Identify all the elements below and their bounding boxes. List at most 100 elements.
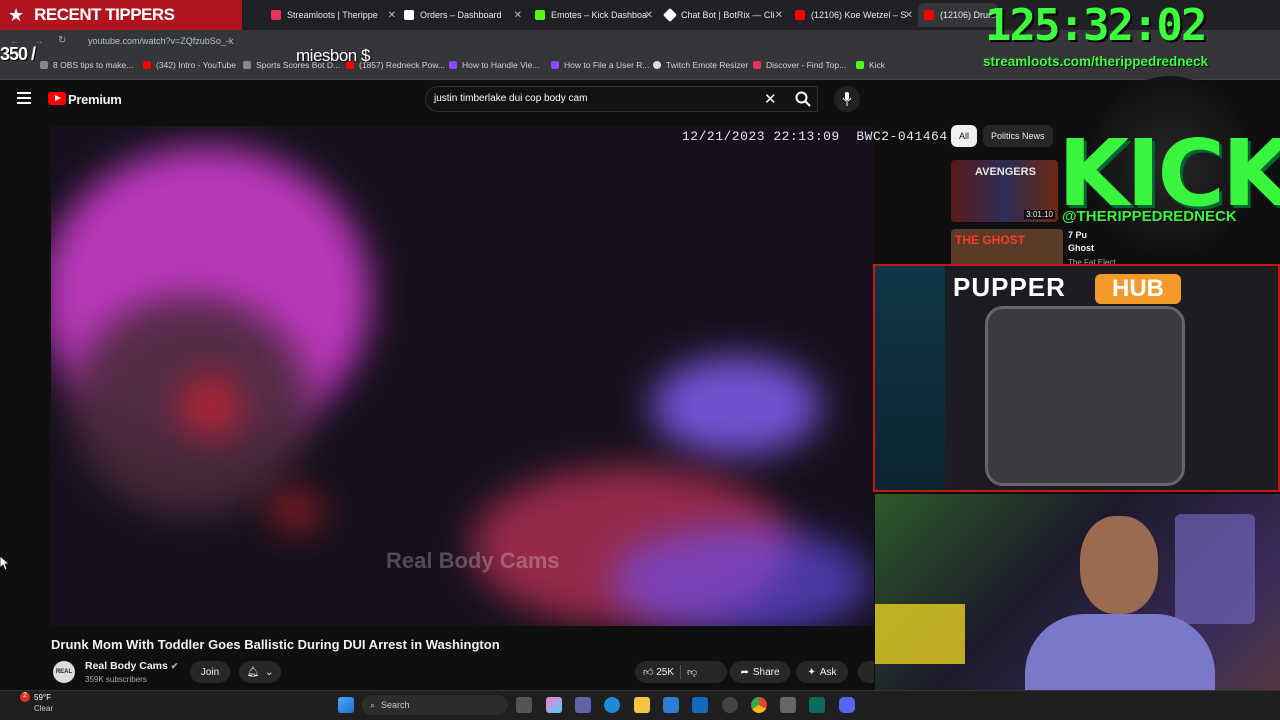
bookmark-item[interactable]: Kick	[856, 60, 885, 70]
clear-icon[interactable]: ✕	[764, 90, 777, 108]
wall-sign	[875, 604, 965, 664]
streamer-face	[1080, 516, 1158, 614]
divider	[680, 665, 682, 679]
notifications-button[interactable]: 🔔︎ ⌄	[239, 661, 281, 683]
tab-youtube-koe[interactable]: (12106) Koe Wetzel – S ✕	[789, 3, 917, 27]
save-button[interactable]	[858, 661, 874, 683]
windows-start-icon[interactable]	[338, 697, 354, 713]
join-button[interactable]: Join	[190, 661, 230, 683]
app-icon[interactable]	[809, 697, 825, 713]
reload-icon[interactable]: ↻	[58, 35, 66, 46]
video-frame-region	[651, 356, 821, 456]
kick-icon	[856, 61, 864, 69]
pupper-label: PUPPER	[953, 272, 1066, 302]
store-icon[interactable]	[663, 697, 679, 713]
app-icon[interactable]	[780, 697, 796, 713]
teams-icon[interactable]	[575, 697, 591, 713]
video-frame-region	[611, 526, 871, 626]
recommendation-title[interactable]: 7 Pu Ghost	[1068, 229, 1094, 255]
ask-button[interactable]: ✦ Ask	[796, 661, 848, 683]
ticker-name: miesbon $	[296, 46, 370, 65]
close-icon[interactable]: ✕	[514, 10, 522, 21]
like-dislike-group: 👍︎ 25K 👎︎	[635, 661, 727, 683]
youtube-icon	[795, 10, 805, 20]
neon-sign	[1175, 514, 1255, 624]
chevron-down-icon: ⌄	[265, 666, 274, 678]
forward-icon[interactable]: →	[34, 36, 44, 47]
kick-icon	[535, 10, 545, 20]
orders-icon	[404, 10, 414, 20]
file-explorer-icon[interactable]	[634, 697, 650, 713]
video-frame-region	[271, 496, 321, 526]
twitch-icon	[449, 61, 457, 69]
kick-handle: @THERIPPEDREDNECK	[1062, 208, 1237, 225]
bookmark-item[interactable]: How to File a User R...	[551, 60, 650, 70]
ticker-text: 350 /	[0, 44, 36, 64]
verified-icon: ✔	[170, 661, 179, 671]
bookmark-item[interactable]: 8 OBS tips to make...	[40, 60, 133, 70]
close-icon[interactable]: ✕	[905, 10, 913, 21]
subathon-timer: 125:32:02	[985, 0, 1207, 51]
tab-kick-emotes[interactable]: Emotes – Kick Dashboa ✕	[529, 3, 657, 27]
chip-all[interactable]: All	[951, 125, 978, 147]
recommendation-thumbnail[interactable]: AVENGERS 3:01:10	[951, 160, 1058, 222]
weather-desc[interactable]: Clear	[34, 704, 53, 713]
star-icon: ★	[8, 4, 25, 25]
bookmark-item[interactable]: Twitch Emote Resizer	[653, 60, 748, 70]
youtube-icon	[924, 10, 934, 20]
globe-icon	[653, 61, 661, 69]
thumbs-down-icon: 👎︎	[687, 667, 698, 678]
hub-label: HUB	[1095, 274, 1181, 304]
pet-crate	[985, 306, 1185, 486]
bookmark-icon	[40, 61, 48, 69]
tab-streamloots[interactable]: Streamloots | Therippe ✕	[265, 3, 400, 27]
like-button[interactable]: 👍︎ 25K	[643, 666, 674, 678]
taskbar-search[interactable]: ⌕ Search	[362, 695, 508, 715]
thumbnail-title: THE GHOST	[955, 233, 1026, 247]
close-icon[interactable]: ✕	[388, 10, 396, 21]
copilot-icon[interactable]	[546, 697, 562, 713]
twitch-icon	[551, 61, 559, 69]
channel-name[interactable]: Real Body Cams ✔	[85, 660, 178, 672]
recent-tippers-banner: ★ RECENT TIPPERS	[0, 0, 242, 30]
channel-avatar[interactable]: REAL	[53, 661, 75, 683]
kick-logo: KICK	[1058, 120, 1280, 227]
bookmark-item[interactable]: (342) Intro - YouTube	[143, 60, 236, 70]
chip-politics-news[interactable]: Politics News	[983, 125, 1053, 147]
chrome-icon[interactable]	[751, 697, 767, 713]
edge-icon[interactable]	[604, 697, 620, 713]
streamer-webcam	[875, 494, 1280, 720]
close-icon[interactable]: ✕	[775, 10, 783, 21]
search-button[interactable]	[786, 86, 820, 112]
search-input[interactable]: justin timberlake dui cop body cam ✕	[425, 86, 818, 112]
streamloots-link: streamloots.com/therippedredneck	[983, 54, 1209, 69]
bookmark-item[interactable]: Discover - Find Top...	[753, 60, 846, 70]
youtube-logo-text[interactable]: Premium	[68, 92, 122, 107]
youtube-logo-icon[interactable]	[48, 92, 66, 105]
video-title: Drunk Mom With Toddler Goes Ballistic Du…	[51, 637, 500, 652]
tab-botrix[interactable]: Chat Bot | BotRix — Cli ✕	[659, 3, 787, 27]
video-duration: 3:01:10	[1024, 210, 1055, 219]
share-icon: ➦	[740, 666, 749, 678]
youtube-icon	[143, 61, 151, 69]
url-field[interactable]: youtube.com/watch?v=ZQfzubSo_-k	[88, 36, 233, 46]
bookmark-item[interactable]: How to Handle Vie...	[449, 60, 539, 70]
video-watermark: Real Body Cams	[386, 548, 560, 573]
search-icon: ⌕	[370, 699, 376, 710]
voice-search-button[interactable]	[834, 86, 860, 112]
share-button[interactable]: ➦ Share	[730, 661, 790, 683]
close-icon[interactable]: ✕	[645, 10, 653, 21]
weather-temp[interactable]: 59°F	[34, 693, 51, 702]
task-view-icon[interactable]	[516, 697, 532, 713]
tab-orders[interactable]: Orders – Dashboard ✕	[398, 3, 526, 27]
sparkle-icon: ✦	[807, 666, 816, 678]
pupper-hub-cam: PUPPER HUB	[873, 264, 1280, 492]
dislike-button[interactable]: 👎︎	[687, 666, 697, 678]
outlook-icon[interactable]	[692, 697, 708, 713]
menu-icon[interactable]	[17, 92, 31, 104]
recommendation-thumbnail[interactable]: THE GHOST	[951, 229, 1063, 269]
obs-icon[interactable]	[722, 697, 738, 713]
discord-icon[interactable]	[839, 697, 855, 713]
subscriber-count: 359K subscribers	[85, 675, 147, 684]
mic-icon	[842, 92, 852, 106]
